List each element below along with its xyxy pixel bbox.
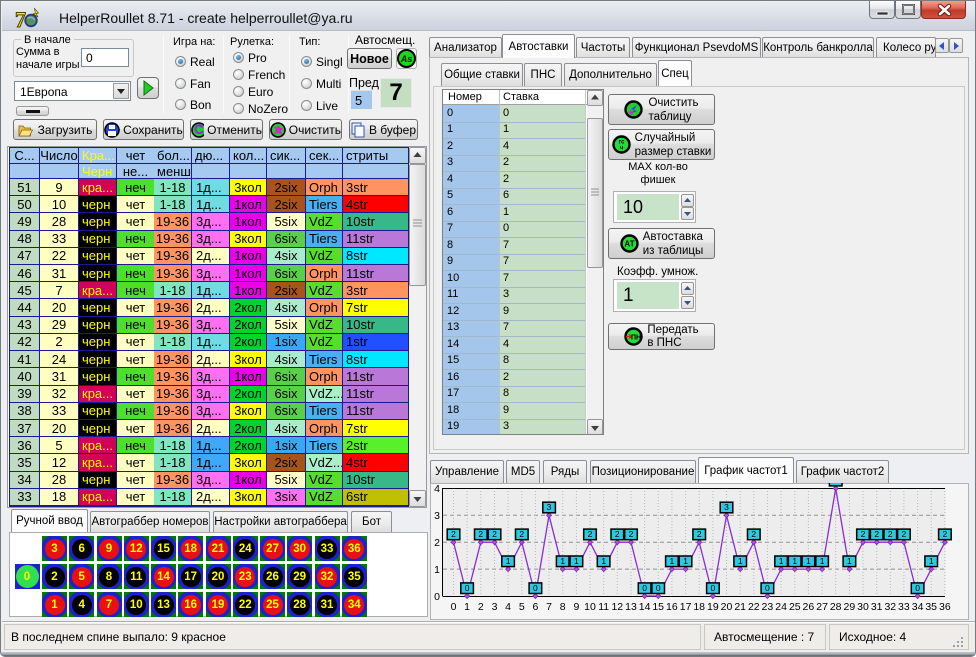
svg-text:34: 34 xyxy=(912,601,924,613)
svg-text:7: 7 xyxy=(15,7,26,31)
svg-text:6: 6 xyxy=(532,601,538,613)
svg-text:22: 22 xyxy=(748,601,760,613)
svg-text:ПН: ПН xyxy=(631,335,641,342)
svg-text:24: 24 xyxy=(775,601,787,613)
svg-text:2: 2 xyxy=(451,529,456,539)
svg-text:19: 19 xyxy=(707,601,719,613)
svg-text:18: 18 xyxy=(693,601,705,613)
svg-text:2: 2 xyxy=(888,529,893,539)
svg-text:25: 25 xyxy=(789,601,801,613)
svg-text:4: 4 xyxy=(434,483,440,495)
svg-text:1: 1 xyxy=(434,564,440,576)
svg-text:0: 0 xyxy=(465,583,470,593)
svg-text:2: 2 xyxy=(629,529,634,539)
svg-text:2: 2 xyxy=(943,529,948,539)
svg-text:2: 2 xyxy=(874,529,879,539)
svg-text:0: 0 xyxy=(451,601,457,613)
svg-text:4: 4 xyxy=(505,601,511,613)
svg-text:8: 8 xyxy=(560,601,566,613)
svg-text:35: 35 xyxy=(925,601,937,613)
svg-text:30: 30 xyxy=(857,601,869,613)
svg-text:33: 33 xyxy=(898,601,910,613)
svg-text:1: 1 xyxy=(464,601,470,613)
svg-text:0: 0 xyxy=(915,583,920,593)
svg-text:2: 2 xyxy=(492,529,497,539)
svg-text:1: 1 xyxy=(601,556,606,566)
svg-text:16: 16 xyxy=(666,601,678,613)
svg-text:10: 10 xyxy=(584,601,596,613)
svg-text:2: 2 xyxy=(861,529,866,539)
svg-text:20: 20 xyxy=(721,601,733,613)
svg-text:27: 27 xyxy=(816,601,828,613)
svg-text:0: 0 xyxy=(765,583,770,593)
svg-text:23: 23 xyxy=(762,601,774,613)
svg-text:ч: ч xyxy=(619,146,623,152)
svg-text:2: 2 xyxy=(478,529,483,539)
svg-text:5: 5 xyxy=(519,601,525,613)
svg-text:1: 1 xyxy=(683,556,688,566)
svg-text:2: 2 xyxy=(588,529,593,539)
svg-text:АТ: АТ xyxy=(624,240,634,249)
svg-text:11: 11 xyxy=(598,601,609,613)
svg-text:9: 9 xyxy=(573,601,579,613)
svg-text:28: 28 xyxy=(830,601,842,613)
svg-text:14: 14 xyxy=(639,601,651,613)
svg-text:2: 2 xyxy=(615,529,620,539)
svg-text:1: 1 xyxy=(792,556,797,566)
svg-text:1: 1 xyxy=(574,556,579,566)
svg-text:7: 7 xyxy=(546,601,552,613)
svg-text:32: 32 xyxy=(884,601,896,613)
svg-text:3: 3 xyxy=(547,502,552,512)
svg-text:2: 2 xyxy=(697,529,702,539)
svg-text:13: 13 xyxy=(625,601,637,613)
svg-text:1: 1 xyxy=(847,556,852,566)
svg-text:0: 0 xyxy=(533,583,538,593)
svg-text:0: 0 xyxy=(711,583,716,593)
svg-text:2: 2 xyxy=(519,529,524,539)
svg-text:12: 12 xyxy=(611,601,623,613)
svg-text:1: 1 xyxy=(779,556,784,566)
svg-text:1: 1 xyxy=(506,556,511,566)
svg-text:15: 15 xyxy=(652,601,664,613)
svg-text:0: 0 xyxy=(434,591,440,603)
svg-text:26: 26 xyxy=(803,601,815,613)
svg-text:3: 3 xyxy=(434,510,440,522)
svg-text:4: 4 xyxy=(833,483,838,485)
svg-text:2: 2 xyxy=(751,529,756,539)
svg-text:0: 0 xyxy=(656,583,661,593)
svg-text:1: 1 xyxy=(806,556,811,566)
svg-text:36: 36 xyxy=(939,601,951,613)
svg-text:3: 3 xyxy=(492,601,498,613)
svg-text:1: 1 xyxy=(670,556,675,566)
svg-text:0: 0 xyxy=(642,583,647,593)
svg-text:1: 1 xyxy=(820,556,825,566)
svg-text:1: 1 xyxy=(929,556,934,566)
svg-text:31: 31 xyxy=(871,601,883,613)
svg-text:1: 1 xyxy=(738,556,743,566)
svg-text:3: 3 xyxy=(724,502,729,512)
svg-text:2: 2 xyxy=(478,601,484,613)
svg-text:1: 1 xyxy=(560,556,565,566)
svg-text:29: 29 xyxy=(844,601,856,613)
svg-text:21: 21 xyxy=(734,601,746,613)
svg-text:2: 2 xyxy=(434,537,440,549)
svg-text:2: 2 xyxy=(902,529,907,539)
svg-text:17: 17 xyxy=(680,601,692,613)
